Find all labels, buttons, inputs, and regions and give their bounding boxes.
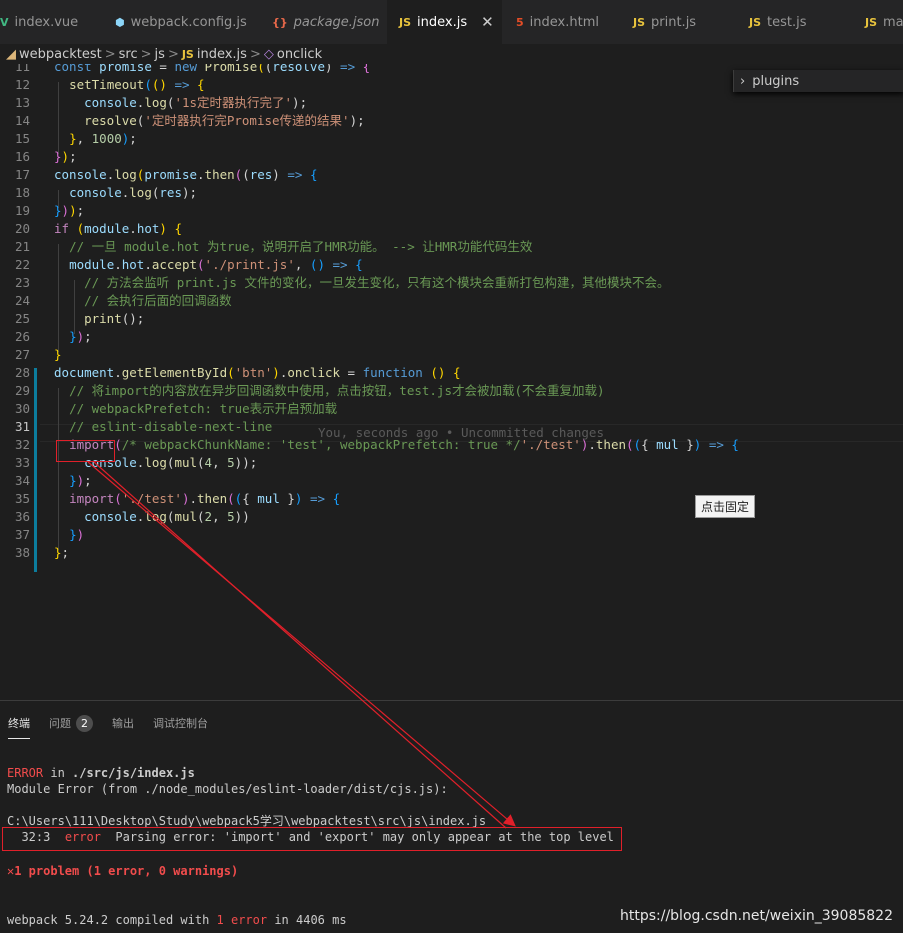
annotation-arrow bbox=[87, 461, 516, 829]
